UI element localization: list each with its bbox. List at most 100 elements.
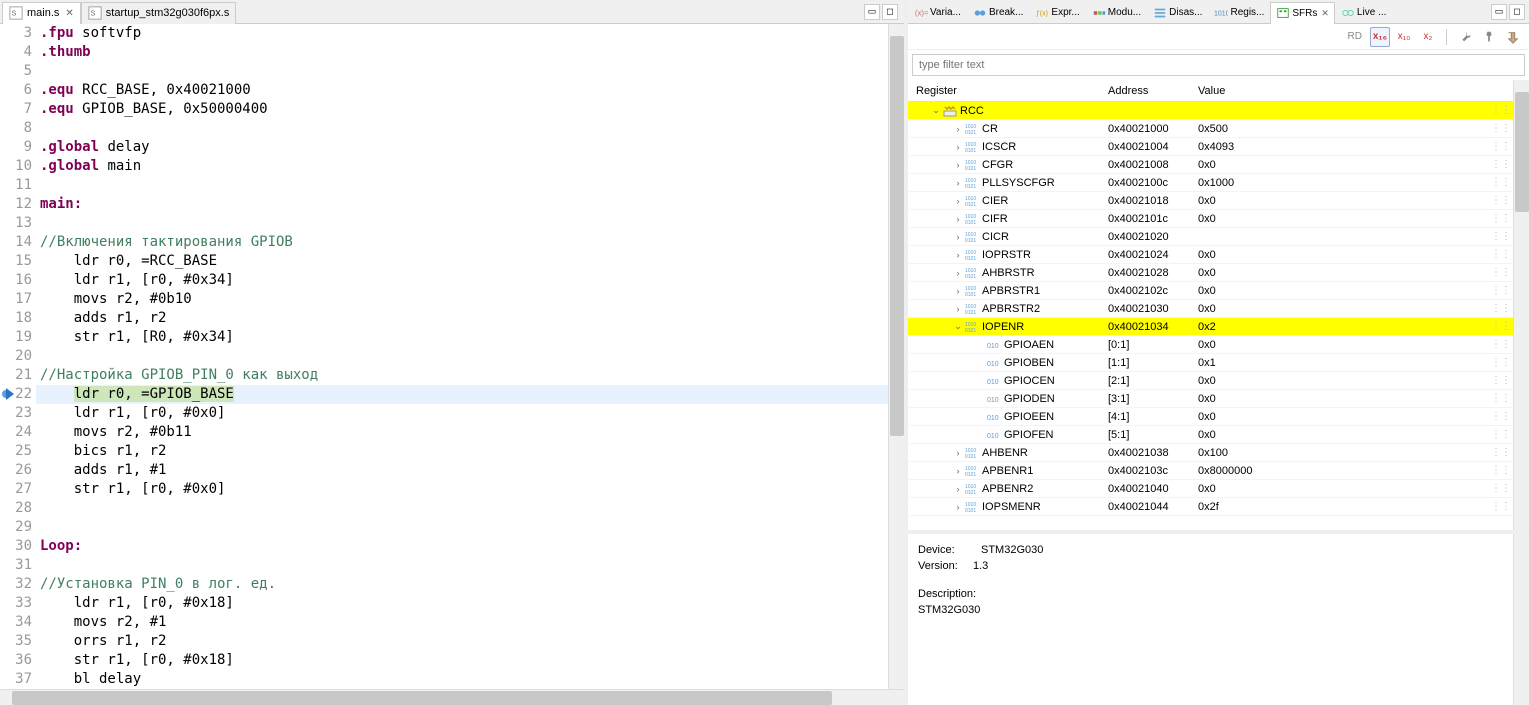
row-menu-icon[interactable]: ⋮⋮ — [1489, 141, 1513, 152]
code-line[interactable]: ldr r0, =GPIOB_BASE — [36, 385, 888, 404]
code-line[interactable] — [36, 214, 888, 233]
code-line[interactable]: ldr r0, =RCC_BASE — [36, 252, 888, 271]
code-line[interactable]: main: — [36, 195, 888, 214]
register-row[interactable]: 010GPIODEN[3:1]0x0⋮⋮ — [908, 390, 1513, 408]
expand-arrow-icon[interactable]: › — [952, 304, 964, 314]
code-line[interactable]: //Включения тактирования GPIOB — [36, 233, 888, 252]
code-line[interactable]: orrs r1, r2 — [36, 632, 888, 651]
row-menu-icon[interactable]: ⋮⋮ — [1489, 393, 1513, 404]
code-line[interactable] — [36, 119, 888, 138]
code-line[interactable]: //Настройка GPIOB_PIN_0 как выход — [36, 366, 888, 385]
close-icon[interactable]: ✕ — [65, 8, 73, 19]
register-row[interactable]: 010GPIOEEN[4:1]0x0⋮⋮ — [908, 408, 1513, 426]
row-menu-icon[interactable]: ⋮⋮ — [1489, 375, 1513, 386]
expand-arrow-icon[interactable]: › — [952, 250, 964, 260]
register-row[interactable]: ⌄10100101IOPENR0x400210340x2⋮⋮ — [908, 318, 1513, 336]
register-row[interactable]: ›10100101PLLSYSCFGR0x4002100c0x1000⋮⋮ — [908, 174, 1513, 192]
expand-arrow-icon[interactable]: › — [952, 466, 964, 476]
register-row[interactable]: 010GPIOCEN[2:1]0x0⋮⋮ — [908, 372, 1513, 390]
row-menu-icon[interactable]: ⋮⋮ — [1489, 357, 1513, 368]
tab-disas[interactable]: Disas... — [1147, 2, 1208, 24]
code-line[interactable]: bics r1, r2 — [36, 442, 888, 461]
code-line[interactable] — [36, 499, 888, 518]
col-register[interactable]: Register — [908, 85, 1108, 97]
code-line[interactable]: .global delay — [36, 138, 888, 157]
code-line[interactable]: adds r1, r2 — [36, 309, 888, 328]
scroll-thumb[interactable] — [890, 36, 904, 436]
code-line[interactable]: .thumb — [36, 43, 888, 62]
tab-regis[interactable]: 1010Regis... — [1208, 2, 1270, 24]
code-area[interactable]: .fpu softvfp.thumb .equ RCC_BASE, 0x4002… — [36, 24, 888, 689]
register-row[interactable]: ›10100101ICSCR0x400210040x4093⋮⋮ — [908, 138, 1513, 156]
register-row[interactable]: ›10100101CIER0x400210180x0⋮⋮ — [908, 192, 1513, 210]
code-line[interactable]: movs r2, #0b11 — [36, 423, 888, 442]
expand-arrow-icon[interactable]: ⌄ — [930, 105, 942, 116]
code-editor[interactable]: 3456789101112131415161718192021222324252… — [0, 24, 904, 689]
code-line[interactable]: str r1, [r0, #0x0] — [36, 480, 888, 499]
register-row[interactable]: ›10100101CICR0x40021020⋮⋮ — [908, 228, 1513, 246]
row-menu-icon[interactable]: ⋮⋮ — [1489, 303, 1513, 314]
register-row[interactable]: ›10100101APBRSTR10x4002102c0x0⋮⋮ — [908, 282, 1513, 300]
scroll-thumb[interactable] — [12, 691, 832, 705]
code-line[interactable] — [36, 176, 888, 195]
expand-arrow-icon[interactable]: › — [952, 124, 964, 134]
minimize-button[interactable]: ▭ — [1491, 4, 1507, 20]
vertical-scrollbar[interactable] — [1513, 534, 1529, 705]
code-line[interactable]: .fpu softvfp — [36, 24, 888, 43]
row-menu-icon[interactable]: ⋮⋮ — [1489, 267, 1513, 278]
row-menu-icon[interactable]: ⋮⋮ — [1489, 105, 1513, 116]
tool-wrench-icon[interactable] — [1455, 27, 1475, 47]
expand-arrow-icon[interactable]: › — [952, 160, 964, 170]
row-menu-icon[interactable]: ⋮⋮ — [1489, 159, 1513, 170]
code-line[interactable]: bl delay — [36, 670, 888, 689]
dec-mode-button[interactable]: x₁₀ — [1394, 27, 1414, 47]
code-line[interactable]: ldr r1, [r0, #0x18] — [36, 594, 888, 613]
tab-main-s[interactable]: S main.s ✕ — [2, 2, 81, 24]
code-line[interactable]: ldr r1, [r0, #0x0] — [36, 404, 888, 423]
code-line[interactable]: //Установка PIN_0 в лог. ед. — [36, 575, 888, 594]
code-line[interactable]: ldr r1, [r0, #0x34] — [36, 271, 888, 290]
export-button[interactable] — [1503, 27, 1523, 47]
tab-modu[interactable]: Modu... — [1086, 2, 1147, 24]
tab-varia[interactable]: (x)=Varia... — [908, 2, 967, 24]
code-line[interactable]: movs r2, #0b10 — [36, 290, 888, 309]
register-row[interactable]: 010GPIOAEN[0:1]0x0⋮⋮ — [908, 336, 1513, 354]
expand-arrow-icon[interactable]: › — [952, 268, 964, 278]
row-menu-icon[interactable]: ⋮⋮ — [1489, 429, 1513, 440]
row-menu-icon[interactable]: ⋮⋮ — [1489, 339, 1513, 350]
tab-break[interactable]: Break... — [967, 2, 1029, 24]
code-line[interactable]: str r1, [r0, #0x18] — [36, 651, 888, 670]
col-value[interactable]: Value — [1198, 85, 1489, 97]
expand-arrow-icon[interactable]: › — [952, 214, 964, 224]
register-row[interactable]: ›10100101AHBENR0x400210380x100⋮⋮ — [908, 444, 1513, 462]
code-line[interactable]: Loop: — [36, 537, 888, 556]
bin-mode-button[interactable]: x₂ — [1418, 27, 1438, 47]
row-menu-icon[interactable]: ⋮⋮ — [1489, 321, 1513, 332]
hex-mode-button[interactable]: x₁₆ — [1370, 27, 1390, 47]
register-row[interactable]: ›10100101CIFR0x4002101c0x0⋮⋮ — [908, 210, 1513, 228]
expand-arrow-icon[interactable]: ⌄ — [952, 321, 964, 332]
tab-expr[interactable]: ƒ(x)Expr... — [1029, 2, 1085, 24]
filter-input[interactable] — [912, 54, 1525, 76]
row-menu-icon[interactable]: ⋮⋮ — [1489, 249, 1513, 260]
horizontal-scrollbar[interactable] — [0, 689, 904, 705]
code-line[interactable]: .equ GPIOB_BASE, 0x50000400 — [36, 100, 888, 119]
register-row[interactable]: ›10100101APBRSTR20x400210300x0⋮⋮ — [908, 300, 1513, 318]
expand-arrow-icon[interactable]: › — [952, 178, 964, 188]
tab-live[interactable]: Live ... — [1335, 2, 1392, 24]
expand-arrow-icon[interactable]: › — [952, 142, 964, 152]
row-menu-icon[interactable]: ⋮⋮ — [1489, 231, 1513, 242]
expand-arrow-icon[interactable]: › — [952, 286, 964, 296]
register-row[interactable]: ›10100101CFGR0x400210080x0⋮⋮ — [908, 156, 1513, 174]
register-row[interactable]: ›10100101APBENR10x4002103c0x8000000⋮⋮ — [908, 462, 1513, 480]
expand-arrow-icon[interactable]: › — [952, 232, 964, 242]
row-menu-icon[interactable]: ⋮⋮ — [1489, 447, 1513, 458]
register-row[interactable]: 010GPIOBEN[1:1]0x1⋮⋮ — [908, 354, 1513, 372]
register-row[interactable]: ›10100101IOPRSTR0x400210240x0⋮⋮ — [908, 246, 1513, 264]
code-line[interactable]: str r1, [R0, #0x34] — [36, 328, 888, 347]
row-menu-icon[interactable]: ⋮⋮ — [1489, 501, 1513, 512]
tab-sfrs[interactable]: SFRs✕ — [1270, 2, 1335, 24]
row-menu-icon[interactable]: ⋮⋮ — [1489, 123, 1513, 134]
code-line[interactable]: movs r2, #1 — [36, 613, 888, 632]
row-menu-icon[interactable]: ⋮⋮ — [1489, 177, 1513, 188]
